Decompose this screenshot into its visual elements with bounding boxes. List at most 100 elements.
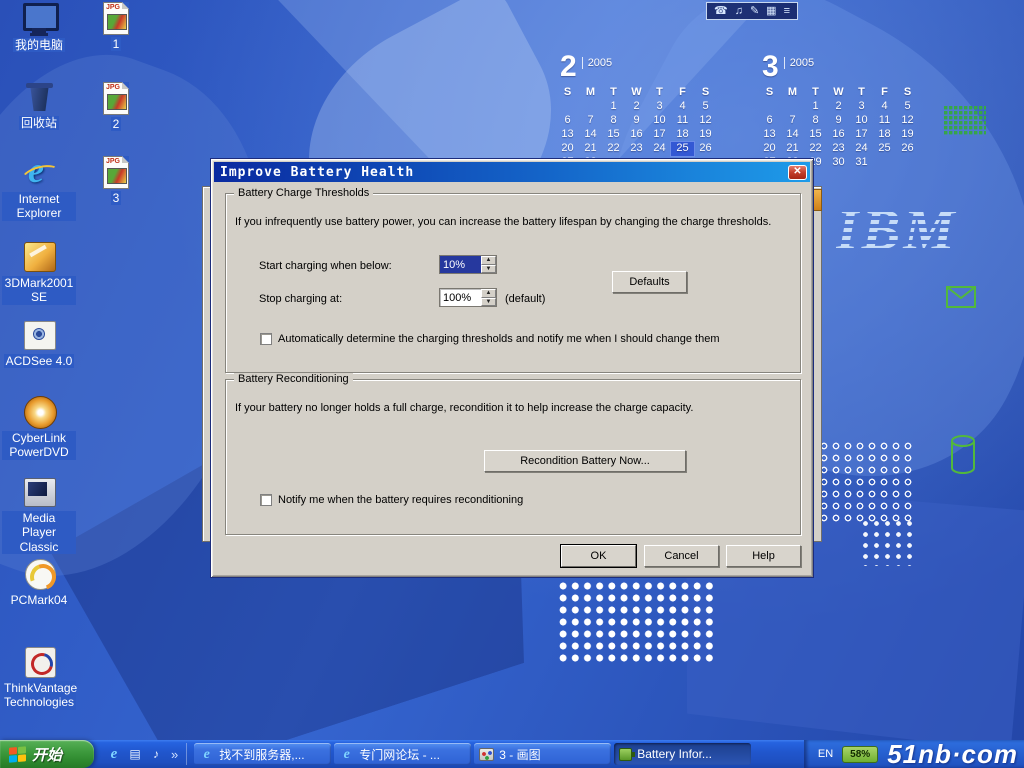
- calendar-day-header: F: [671, 86, 694, 100]
- calendar-february: 2 2005 SMTWTFS12345678910111213141516171…: [556, 52, 717, 170]
- phone-icon[interactable]: ☎: [714, 3, 728, 19]
- desktop-icon-powerdvd[interactable]: CyberLink PowerDVD: [2, 395, 76, 460]
- calendar-date: 18: [873, 128, 896, 142]
- start-button[interactable]: 开始: [0, 740, 94, 768]
- jpg-file-label: 1: [111, 37, 122, 51]
- desktop-icon-pcmark[interactable]: PCMark04: [2, 557, 76, 607]
- group-label: Battery Reconditioning: [234, 373, 353, 385]
- start-button-label: 开始: [32, 744, 62, 765]
- calendar-date: [579, 100, 602, 114]
- calendar-date: 12: [896, 114, 919, 128]
- powerdvd-icon: [20, 395, 58, 429]
- stop-charging-spinner[interactable]: 100%: [439, 288, 497, 307]
- ie-icon[interactable]: e: [106, 746, 122, 762]
- recondition-battery-button[interactable]: Recondition Battery Now...: [484, 450, 686, 472]
- ok-button[interactable]: OK: [561, 545, 636, 567]
- calendar-date: 10: [850, 114, 873, 128]
- calendar-date: 15: [602, 128, 625, 142]
- taskbar-button[interactable]: e专门网论坛 - ...: [334, 743, 471, 765]
- start-charging-label: Start charging when below:: [259, 260, 392, 273]
- taskbar-button[interactable]: Battery Infor...: [614, 743, 751, 765]
- desktop-icon-recycle-bin[interactable]: 回收站: [2, 80, 76, 130]
- media-player-icon[interactable]: ♪: [148, 746, 164, 762]
- taskbar-button[interactable]: e找不到服务器,...: [194, 743, 331, 765]
- taskbar-button-label: 专门网论坛 - ...: [359, 746, 440, 763]
- mpc-icon: [20, 475, 58, 509]
- calendar-date: 8: [602, 114, 625, 128]
- desktop-icon-label: Media Player Classic: [2, 511, 76, 554]
- calendar-date: 12: [694, 114, 717, 128]
- spin-down-icon[interactable]: [481, 298, 496, 307]
- 3dmark-icon: [20, 240, 58, 274]
- battery-tray-icon[interactable]: 58%: [842, 746, 878, 763]
- jpg-file-label: 2: [111, 117, 122, 131]
- spin-up-icon[interactable]: [481, 289, 496, 298]
- cylinder-icon: [950, 434, 976, 481]
- calendar-date: 7: [781, 114, 804, 128]
- defaults-button[interactable]: Defaults: [612, 271, 687, 293]
- ibm-logo: IBM: [836, 196, 958, 263]
- calendar-month-number: 3: [762, 52, 779, 82]
- stop-charging-label: Stop charging at:: [259, 293, 342, 306]
- thresholds-description: If you infrequently use battery power, y…: [235, 216, 771, 229]
- spin-down-icon[interactable]: [481, 265, 496, 274]
- calendar-date: 13: [556, 128, 579, 142]
- calendar-date: 26: [896, 142, 919, 156]
- auto-determine-checkbox[interactable]: [260, 333, 272, 345]
- calendar-date: 26: [694, 142, 717, 156]
- desktop-icon-label: 我的电脑: [13, 38, 65, 52]
- ie-icon: [20, 156, 58, 190]
- close-icon[interactable]: [788, 165, 807, 180]
- calendar-date: 25: [671, 142, 694, 156]
- spin-up-icon[interactable]: [481, 256, 496, 265]
- language-indicator[interactable]: EN: [818, 748, 833, 760]
- jpg-file-3[interactable]: JPG3: [92, 156, 140, 205]
- calendar-date: 1: [602, 100, 625, 114]
- calendar-day-header: T: [850, 86, 873, 100]
- calendar-date: 14: [579, 128, 602, 142]
- desktop-icon-label: ACDSee 4.0: [4, 354, 75, 368]
- desktop-icon-acdsee[interactable]: ACDSee 4.0: [2, 318, 76, 368]
- calendar-date: 3: [648, 100, 671, 114]
- calendar-year: 2005: [582, 57, 612, 69]
- menu-icon[interactable]: ≡: [784, 3, 790, 19]
- jpg-badge: JPG: [106, 158, 120, 165]
- windows-flag-icon: [9, 746, 26, 762]
- pen-icon[interactable]: ✎: [750, 3, 759, 19]
- notify-reconditioning-checkbox[interactable]: [260, 494, 272, 506]
- start-charging-spinner[interactable]: 10%: [439, 255, 497, 274]
- default-note: (default): [505, 293, 545, 306]
- keyboard-icon[interactable]: ▦: [766, 3, 776, 19]
- desktop-icon-3dmark[interactable]: 3DMark2001 SE: [2, 240, 76, 305]
- taskbar-button[interactable]: 3 - 画图: [474, 743, 611, 765]
- desktop-icon-ie[interactable]: Internet Explorer: [2, 156, 76, 221]
- jpg-file-2[interactable]: JPG2: [92, 82, 140, 131]
- jpg-file-1[interactable]: JPG1: [92, 2, 140, 51]
- help-button[interactable]: Help: [726, 545, 801, 567]
- desktop-icon-thinkvantage[interactable]: ThinkVantage Technologies: [2, 645, 76, 710]
- desktop-icon-mpc[interactable]: Media Player Classic: [2, 475, 76, 554]
- desktop-icon-label: 回收站: [19, 116, 59, 130]
- recycle-bin-icon: [20, 80, 58, 114]
- calendar-date: 16: [625, 128, 648, 142]
- calendar-date: 24: [850, 142, 873, 156]
- desktop-icon-my-computer[interactable]: 我的电脑: [2, 2, 76, 52]
- battery-reconditioning-group: Battery Reconditioning If your battery n…: [225, 379, 801, 535]
- document-icon[interactable]: ▤: [127, 746, 143, 762]
- envelope-icon: [946, 286, 976, 313]
- calendar-date: 22: [602, 142, 625, 156]
- stop-charging-value[interactable]: 100%: [440, 289, 481, 306]
- auto-determine-label: Automatically determine the charging thr…: [278, 333, 719, 346]
- reconditioning-description: If your battery no longer holds a full c…: [235, 402, 693, 415]
- chevron-icon[interactable]: »: [169, 747, 178, 762]
- dialog-title-bar[interactable]: Improve Battery Health: [214, 162, 810, 182]
- desktop-icon-label: CyberLink PowerDVD: [2, 431, 76, 460]
- calendar-date: 4: [873, 100, 896, 114]
- cancel-button[interactable]: Cancel: [644, 545, 719, 567]
- taskbar-windows: e找不到服务器,...e专门网论坛 - ...3 - 画图Battery Inf…: [194, 743, 751, 765]
- note-icon[interactable]: ♫: [735, 3, 743, 19]
- calendar-header: 2 2005: [560, 52, 717, 86]
- float-toolbar[interactable]: ☎ ♫ ✎ ▦ ≡: [706, 2, 798, 20]
- calendar-day-header: W: [625, 86, 648, 100]
- start-charging-value[interactable]: 10%: [440, 256, 481, 273]
